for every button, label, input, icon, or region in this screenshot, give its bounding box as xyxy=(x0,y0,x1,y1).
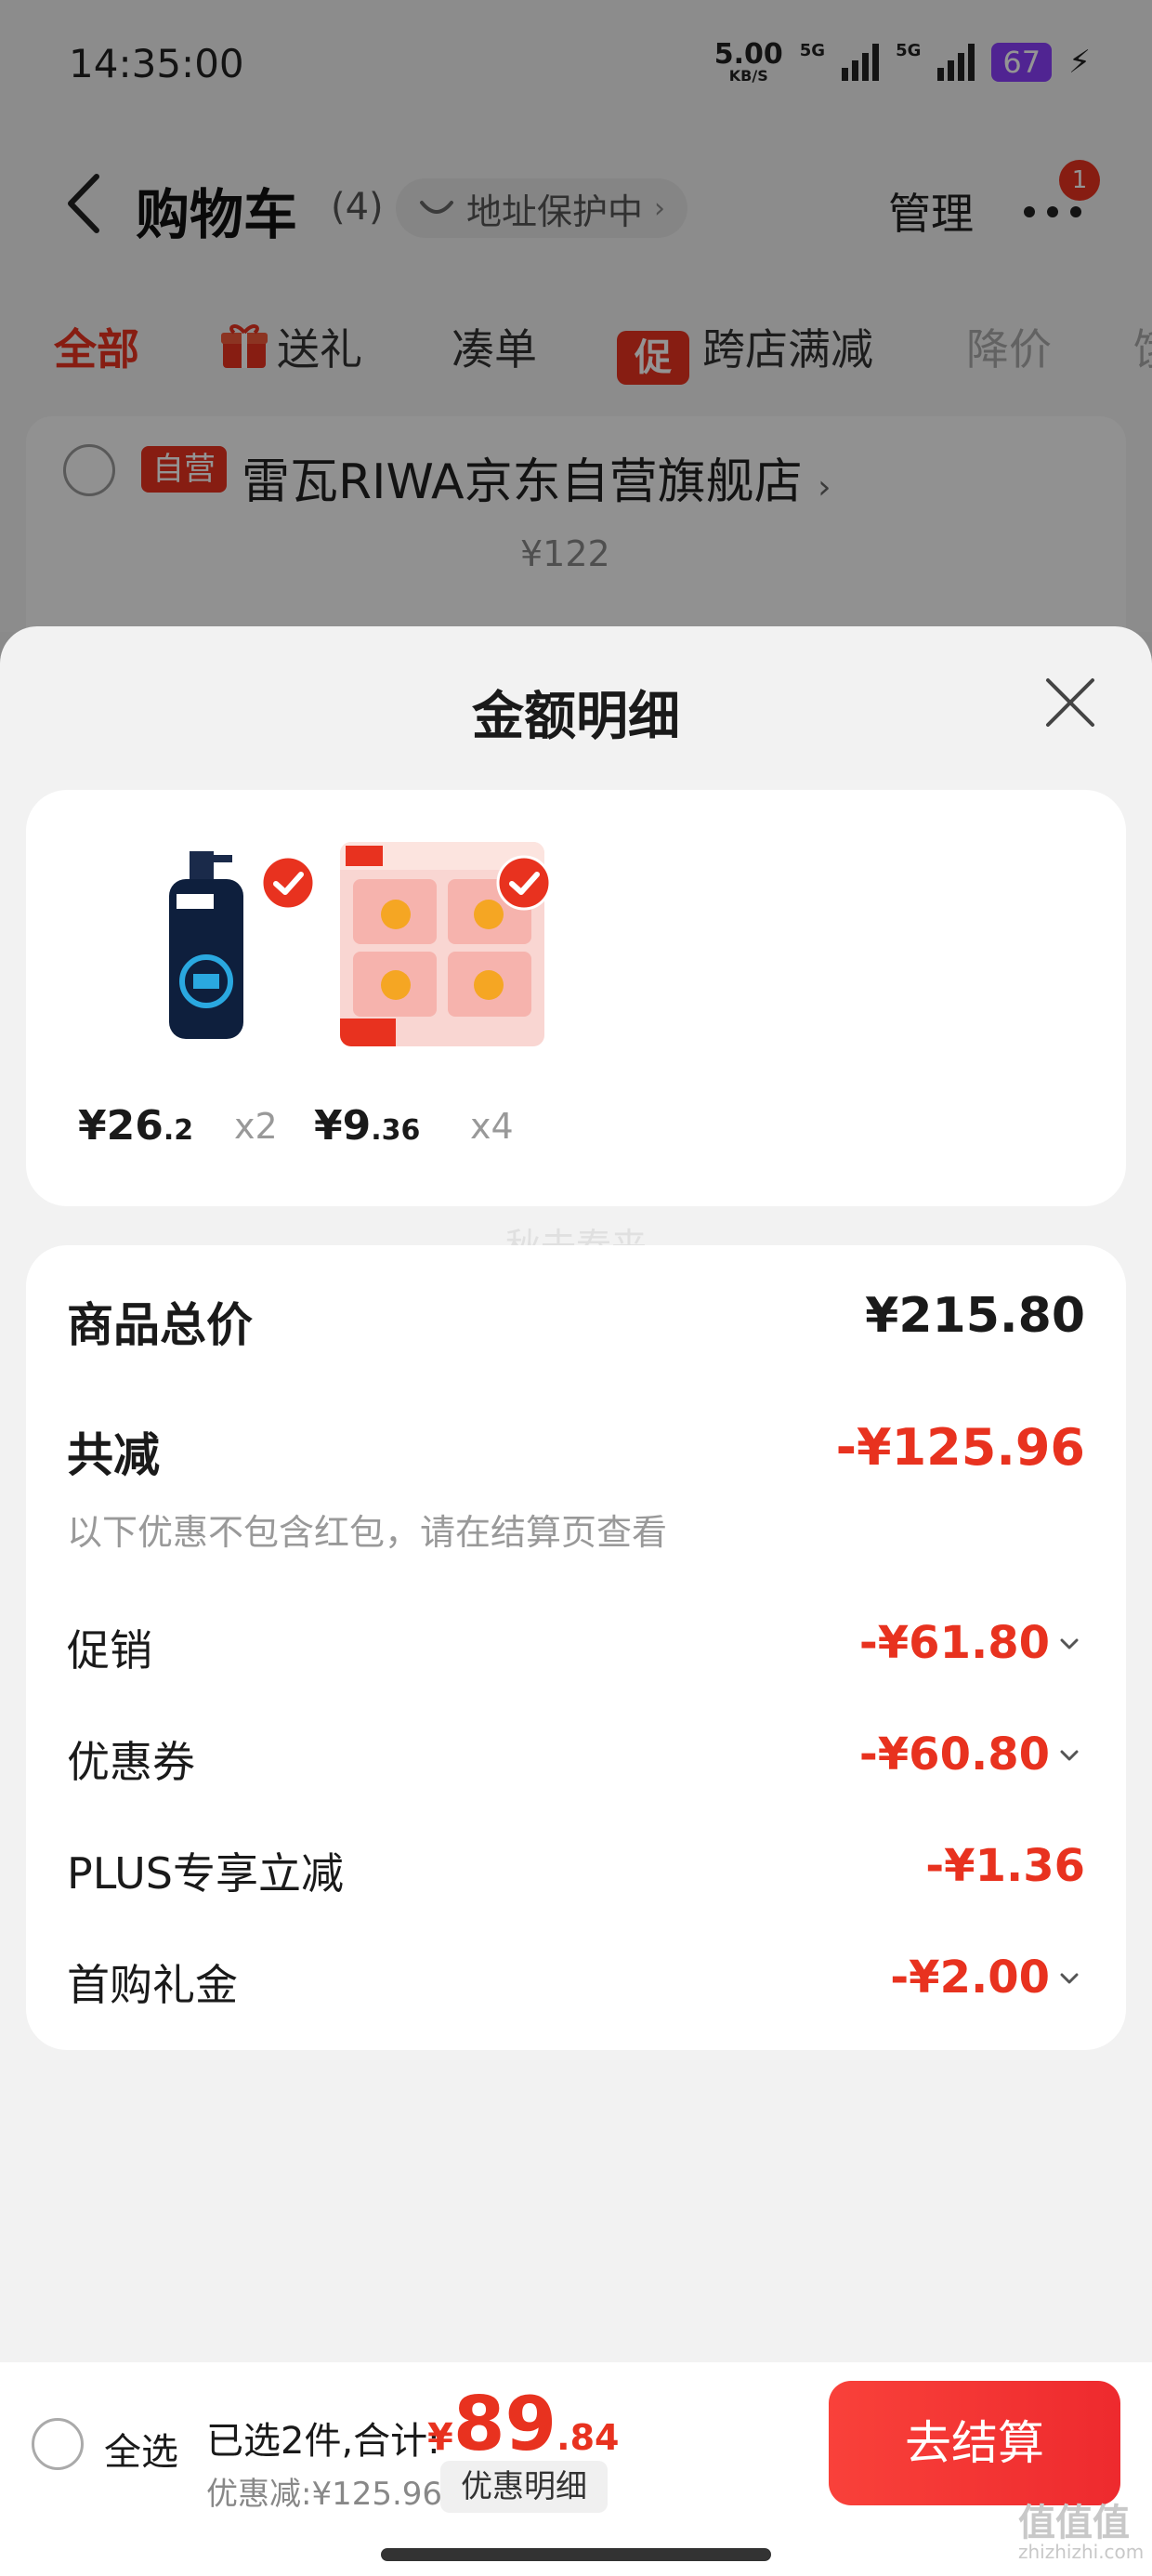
first-purchase-label: 首购礼金 xyxy=(67,1960,238,2010)
chevron-down-icon[interactable] xyxy=(1057,1743,1081,1768)
product-item[interactable]: ¥9.36 x4 xyxy=(314,842,554,1150)
chevron-down-icon[interactable] xyxy=(1057,1632,1081,1656)
summary-row-discount: 共减 -¥125.96 xyxy=(67,1418,1085,1483)
product-quantity: x4 xyxy=(470,1106,514,1147)
sheet-title: 金额明细 xyxy=(472,687,680,747)
home-indicator[interactable] xyxy=(381,2548,771,2561)
summary-row-total: 商品总价 ¥215.80 xyxy=(67,1288,1085,1353)
total-decimal: .84 xyxy=(556,2417,620,2458)
select-all-radio[interactable] xyxy=(32,2418,84,2470)
total-label: 商品总价 xyxy=(67,1298,253,1352)
selected-summary: 已选2件,合计: xyxy=(206,2420,440,2463)
plus-discount-label: PLUS专享立减 xyxy=(67,1848,344,1899)
price-summary-card: 商品总价 ¥215.80 共减 -¥125.96 以下优惠不包含红包，请在结算页… xyxy=(26,1245,1126,2050)
checkout-bar: 全选 已选2件,合计: ¥89.84 优惠减:¥125.96 优惠明细 去结算 … xyxy=(0,2362,1152,2576)
selected-products-card: ¥26.2 x2 ¥9.36 x4 xyxy=(26,790,1126,1206)
select-all-label[interactable]: 全选 xyxy=(104,2422,178,2476)
product-price: ¥9.36 xyxy=(314,1102,420,1150)
total-value: ¥215.80 xyxy=(865,1288,1085,1344)
checkout-button[interactable]: 去结算 xyxy=(829,2381,1120,2505)
dim-overlay[interactable] xyxy=(0,0,1152,632)
promotion-label: 促销 xyxy=(67,1625,152,1676)
discount-hint: 以下优惠不包含红包，请在结算页查看 xyxy=(67,1512,668,1553)
total-currency: ¥ xyxy=(427,2416,453,2459)
total-integer: 89 xyxy=(452,2381,557,2467)
promotion-value: -¥61.80 xyxy=(858,1617,1050,1669)
coupon-label: 优惠券 xyxy=(67,1737,195,1787)
close-icon[interactable] xyxy=(1039,671,1102,734)
first-purchase-value: -¥2.00 xyxy=(890,1952,1050,2004)
corner-watermark: 值值值 xyxy=(1018,2502,1130,2544)
discount-value: -¥125.96 xyxy=(835,1418,1085,1477)
product-price: ¥26.2 xyxy=(78,1102,193,1150)
coupon-value: -¥60.80 xyxy=(858,1728,1050,1781)
amount-detail-sheet: 金额明细 ¥26.2 x2 ¥9.36 x4 商品总价 ¥215.80 共减 -… xyxy=(0,626,1152,2364)
check-icon xyxy=(260,855,316,911)
product-quantity: x2 xyxy=(234,1106,278,1147)
saved-amount: 优惠减:¥125.96 xyxy=(206,2476,443,2513)
check-icon xyxy=(496,855,552,911)
product-item[interactable]: ¥26.2 x2 xyxy=(78,842,318,1150)
plus-discount-value: -¥1.36 xyxy=(925,1840,1085,1892)
total-price: ¥89.84 xyxy=(427,2381,620,2467)
price-integer: ¥9 xyxy=(314,1102,372,1150)
summary-row-coupon[interactable]: 优惠券 -¥60.80 xyxy=(67,1728,1085,1794)
price-decimal: .36 xyxy=(371,1114,421,1147)
price-decimal: .2 xyxy=(163,1114,194,1147)
corner-watermark-url: zhizhizhi.com xyxy=(1018,2541,1145,2563)
summary-row-promotion[interactable]: 促销 -¥61.80 xyxy=(67,1617,1085,1682)
chevron-down-icon[interactable] xyxy=(1057,1966,1081,1991)
price-integer: ¥26 xyxy=(78,1102,164,1150)
discount-label: 共减 xyxy=(67,1428,160,1482)
discount-detail-button[interactable]: 优惠明细 xyxy=(440,2461,608,2513)
summary-row-plus: PLUS专享立减 -¥1.36 xyxy=(67,1840,1085,1905)
summary-row-first-purchase[interactable]: 首购礼金 -¥2.00 xyxy=(67,1952,1085,2017)
